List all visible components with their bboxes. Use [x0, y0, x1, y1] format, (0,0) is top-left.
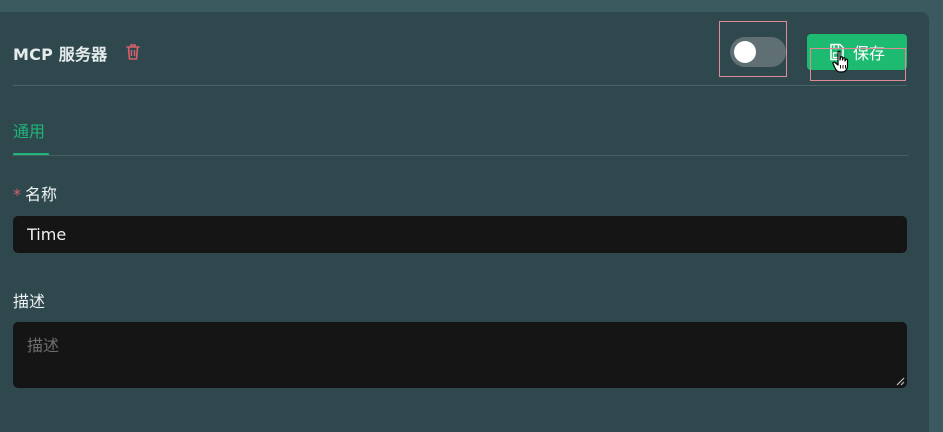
description-field-label: 描述 — [13, 292, 46, 311]
name-field-label: * 名称 — [13, 181, 57, 205]
floppy-disk-icon — [830, 43, 844, 61]
description-textarea[interactable] — [13, 322, 907, 388]
tab-general[interactable]: 通用 — [13, 118, 45, 142]
tabs-divider — [13, 155, 909, 156]
save-button-label: 保存 — [852, 44, 885, 63]
save-button[interactable]: 保存 — [807, 34, 907, 70]
toggle-highlight-box — [719, 21, 787, 77]
header-divider — [13, 85, 907, 86]
required-marker: * — [13, 185, 21, 204]
name-input[interactable] — [13, 216, 907, 253]
panel-header: MCP 服务器 保存 — [0, 12, 929, 86]
name-label-text: 名称 — [25, 185, 58, 204]
page-title: MCP 服务器 — [13, 45, 108, 64]
mcp-server-panel: MCP 服务器 保存 通用 *名称 描述 — [0, 12, 929, 432]
trash-icon[interactable] — [124, 42, 142, 62]
